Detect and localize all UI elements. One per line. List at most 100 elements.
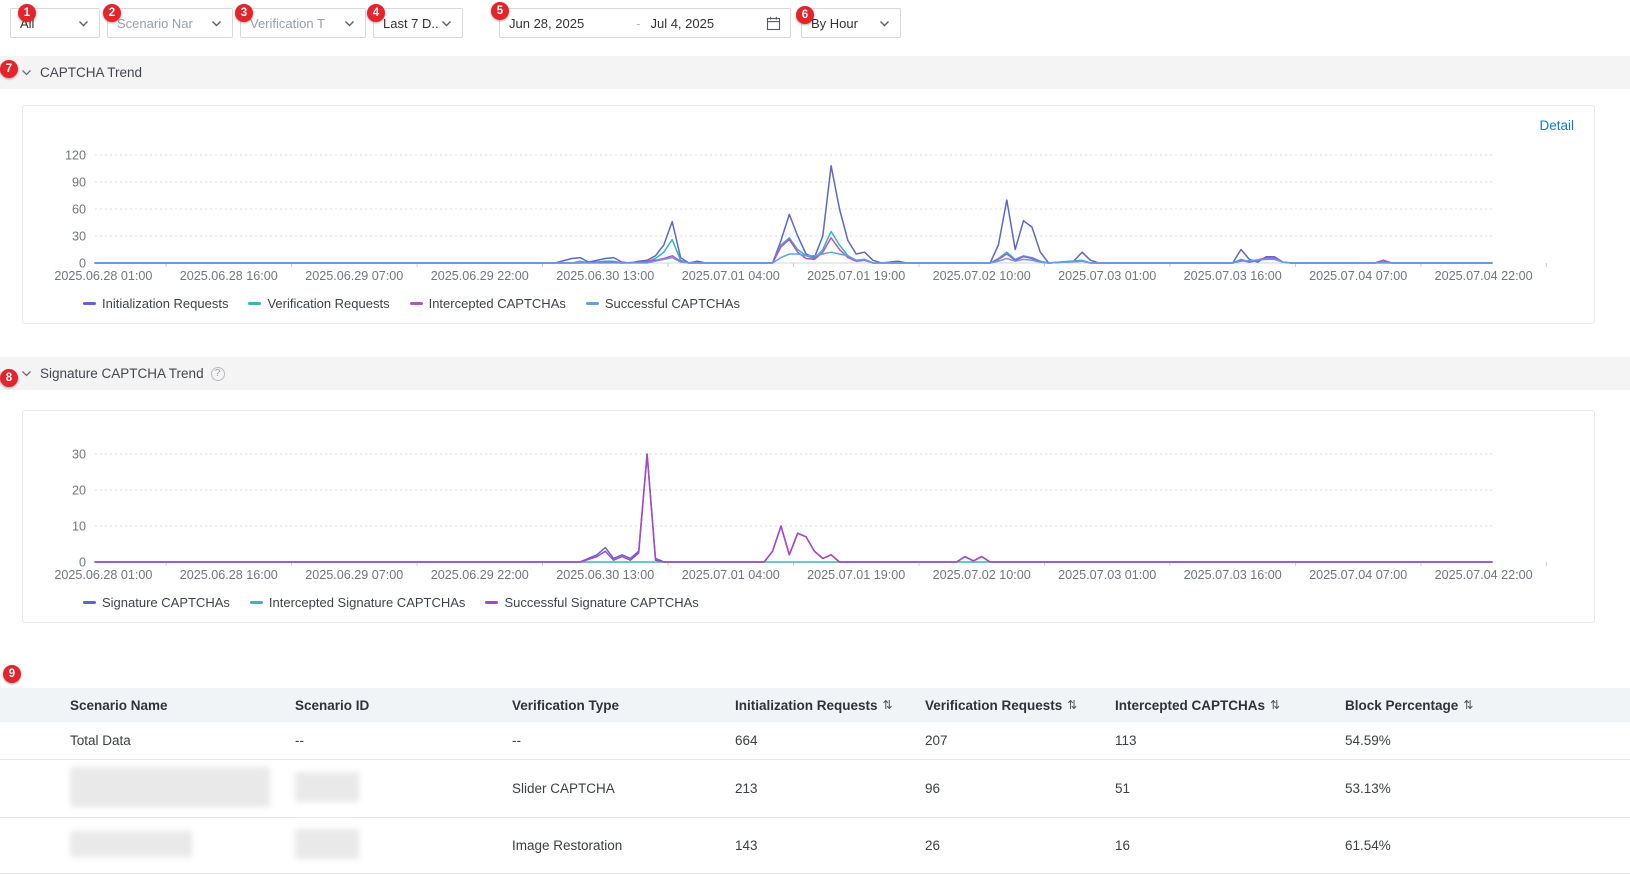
annotation-badge-7: 7: [0, 60, 18, 78]
collapse-chevron-icon[interactable]: [20, 66, 33, 79]
legend-item[interactable]: Signature CAPTCHAs: [83, 595, 230, 610]
legend-item[interactable]: Successful CAPTCHAs: [585, 296, 740, 311]
svg-text:2025.06.29 22:00: 2025.06.29 22:00: [431, 269, 529, 283]
svg-text:2025.07.01 19:00: 2025.07.01 19:00: [807, 269, 905, 283]
cell-initialization-requests: 143: [735, 838, 758, 853]
annotation-badge-4: 4: [367, 4, 385, 22]
svg-text:30: 30: [72, 448, 86, 462]
series-line-2: [94, 453, 1493, 563]
sort-icon[interactable]: ⇅: [883, 698, 893, 712]
verification-type-filter-dropdown[interactable]: Verification T: [240, 8, 366, 38]
cell-verification-type: Slider CAPTCHA: [512, 781, 615, 796]
legend-label: Verification Requests: [267, 296, 390, 311]
svg-text:2025.07.03 16:00: 2025.07.03 16:00: [1184, 568, 1282, 582]
chevron-down-icon: [345, 20, 354, 26]
svg-text:2025.07.02 10:00: 2025.07.02 10:00: [933, 568, 1031, 582]
series-line-0: [94, 165, 1493, 264]
cell-block-percentage: 61.54%: [1345, 838, 1391, 853]
cell-scenario-name: Total Data: [70, 733, 131, 748]
legend-item[interactable]: Intercepted Signature CAPTCHAs: [249, 595, 465, 610]
svg-text:10: 10: [72, 520, 86, 534]
scenario-name-filter-dropdown[interactable]: Scenario Nar: [107, 8, 233, 38]
svg-text:2025.07.04 07:00: 2025.07.04 07:00: [1309, 269, 1407, 283]
cell-verification-requests: 26: [925, 838, 941, 853]
time-range-filter-dropdown[interactable]: Last 7 D...: [373, 8, 463, 38]
sort-icon[interactable]: ⇅: [1067, 698, 1077, 712]
svg-text:2025.06.30 13:00: 2025.06.30 13:00: [556, 568, 654, 582]
svg-text:2025.07.02 10:00: 2025.07.02 10:00: [933, 269, 1031, 283]
verification-type-placeholder: Verification T: [250, 15, 325, 31]
legend-marker-icon: [83, 600, 96, 605]
col-header-block-percentage: Block Percentage ⇅: [1345, 697, 1474, 713]
cell-scenario-id: --: [295, 733, 304, 748]
table-row: Image Restoration 143 26 16 61.54%: [0, 818, 1630, 874]
cell-block-percentage: 53.13%: [1345, 781, 1391, 796]
svg-text:2025.07.01 04:00: 2025.07.01 04:00: [682, 568, 780, 582]
granularity-filter-dropdown[interactable]: By Hour: [801, 8, 901, 38]
table-body: Total Data -- -- 664 207 113 54.59% Slider CAPT…: [0, 722, 1630, 874]
legend-marker-icon: [409, 301, 423, 306]
chevron-down-icon: [212, 20, 221, 26]
date-start-value[interactable]: Jun 28, 2025: [509, 16, 636, 31]
annotation-badge-1: 1: [18, 4, 36, 22]
svg-text:60: 60: [72, 203, 86, 217]
col-header-verification-requests: Verification Requests ⇅: [925, 697, 1078, 713]
svg-text:2025.07.04 22:00: 2025.07.04 22:00: [1435, 269, 1533, 283]
cell-verification-type: Image Restoration: [512, 838, 623, 853]
col-header-scenario-id: Scenario ID: [295, 697, 370, 713]
chevron-down-icon: [880, 20, 889, 26]
svg-text:30: 30: [72, 230, 86, 244]
col-header-scenario-name: Scenario Name: [70, 697, 168, 713]
collapse-chevron-icon[interactable]: [20, 367, 33, 380]
cell-scenario-id: [295, 772, 512, 805]
redacted-value: [70, 767, 270, 807]
signature-captcha-trend-card: 0 10 20 30 2025.06.28 01:00 2025.06.28 16:00 2…: [22, 410, 1595, 623]
legend-label: Initialization Requests: [102, 296, 229, 311]
svg-text:2025.06.28 16:00: 2025.06.28 16:00: [180, 568, 278, 582]
cell-verification-type: --: [512, 733, 521, 748]
cell-intercepted-captchas: 113: [1115, 733, 1137, 748]
section-header-signature-captcha-trend[interactable]: Signature CAPTCHA Trend ?: [0, 357, 1630, 390]
svg-text:2025.06.29 07:00: 2025.06.29 07:00: [305, 269, 403, 283]
legend-label: Intercepted CAPTCHAs: [428, 296, 566, 311]
section-title-signature-captcha-trend: Signature CAPTCHA Trend: [40, 366, 204, 381]
annotation-badge-6: 6: [796, 6, 814, 24]
section-header-captcha-trend[interactable]: CAPTCHA Trend: [0, 56, 1630, 89]
annotation-badge-5: 5: [491, 2, 509, 20]
sort-icon[interactable]: ⇅: [1463, 698, 1473, 712]
col-header-intercepted-captchas: Intercepted CAPTCHAs ⇅: [1115, 697, 1281, 713]
date-range-picker[interactable]: Jun 28, 2025 - Jul 4, 2025: [499, 8, 791, 38]
cell-intercepted-captchas: 16: [1115, 838, 1131, 853]
annotation-badge-3: 3: [235, 4, 253, 22]
captcha-trend-card: Detail 0 30 60 90 120 2025.06.28 01:00 2025.06…: [22, 105, 1595, 324]
sort-icon[interactable]: ⇅: [1270, 698, 1280, 712]
table-header-row: Scenario Name Scenario ID Verification T…: [0, 688, 1630, 722]
time-range-value: Last 7 D...: [383, 15, 440, 31]
calendar-icon[interactable]: [766, 16, 781, 31]
captcha-trend-chart: 03060901202025.06.28 01:00 2025.06.28 16:…: [54, 149, 1547, 283]
date-end-value[interactable]: Jul 4, 2025: [650, 16, 766, 31]
svg-text:2025.07.01 04:00: 2025.07.01 04:00: [682, 269, 780, 283]
legend-item[interactable]: Initialization Requests: [83, 296, 228, 311]
annotation-badge-9: 9: [3, 665, 21, 683]
svg-text:20: 20: [72, 484, 86, 498]
legend-marker-icon: [485, 600, 499, 605]
table-row: Slider CAPTCHA 213 96 51 53.13%: [0, 760, 1630, 818]
svg-text:2025.07.01 19:00: 2025.07.01 19:00: [807, 568, 905, 582]
help-icon[interactable]: ?: [210, 366, 225, 381]
legend-label: Successful CAPTCHAs: [604, 296, 740, 311]
scenario-table: Scenario Name Scenario ID Verification T…: [0, 688, 1630, 874]
svg-text:2025.06.30 13:00: 2025.06.30 13:00: [556, 269, 654, 283]
svg-text:2025.07.04 22:00: 2025.07.04 22:00: [1435, 568, 1533, 582]
svg-text:90: 90: [72, 176, 86, 190]
legend-item[interactable]: Verification Requests: [248, 296, 390, 311]
svg-text:2025.07.03 01:00: 2025.07.03 01:00: [1058, 568, 1156, 582]
col-header-verification-type: Verification Type: [512, 697, 620, 713]
legend-marker-icon: [249, 600, 263, 605]
legend-item[interactable]: Successful Signature CAPTCHAs: [485, 595, 699, 610]
legend-item[interactable]: Intercepted CAPTCHAs: [409, 296, 566, 311]
captcha-trend-legend: Initialization Requests Verification Requ…: [83, 296, 1580, 311]
svg-text:2025.06.29 07:00: 2025.06.29 07:00: [305, 568, 403, 582]
detail-link[interactable]: Detail: [1539, 118, 1574, 133]
annotation-badge-8: 8: [0, 369, 18, 387]
